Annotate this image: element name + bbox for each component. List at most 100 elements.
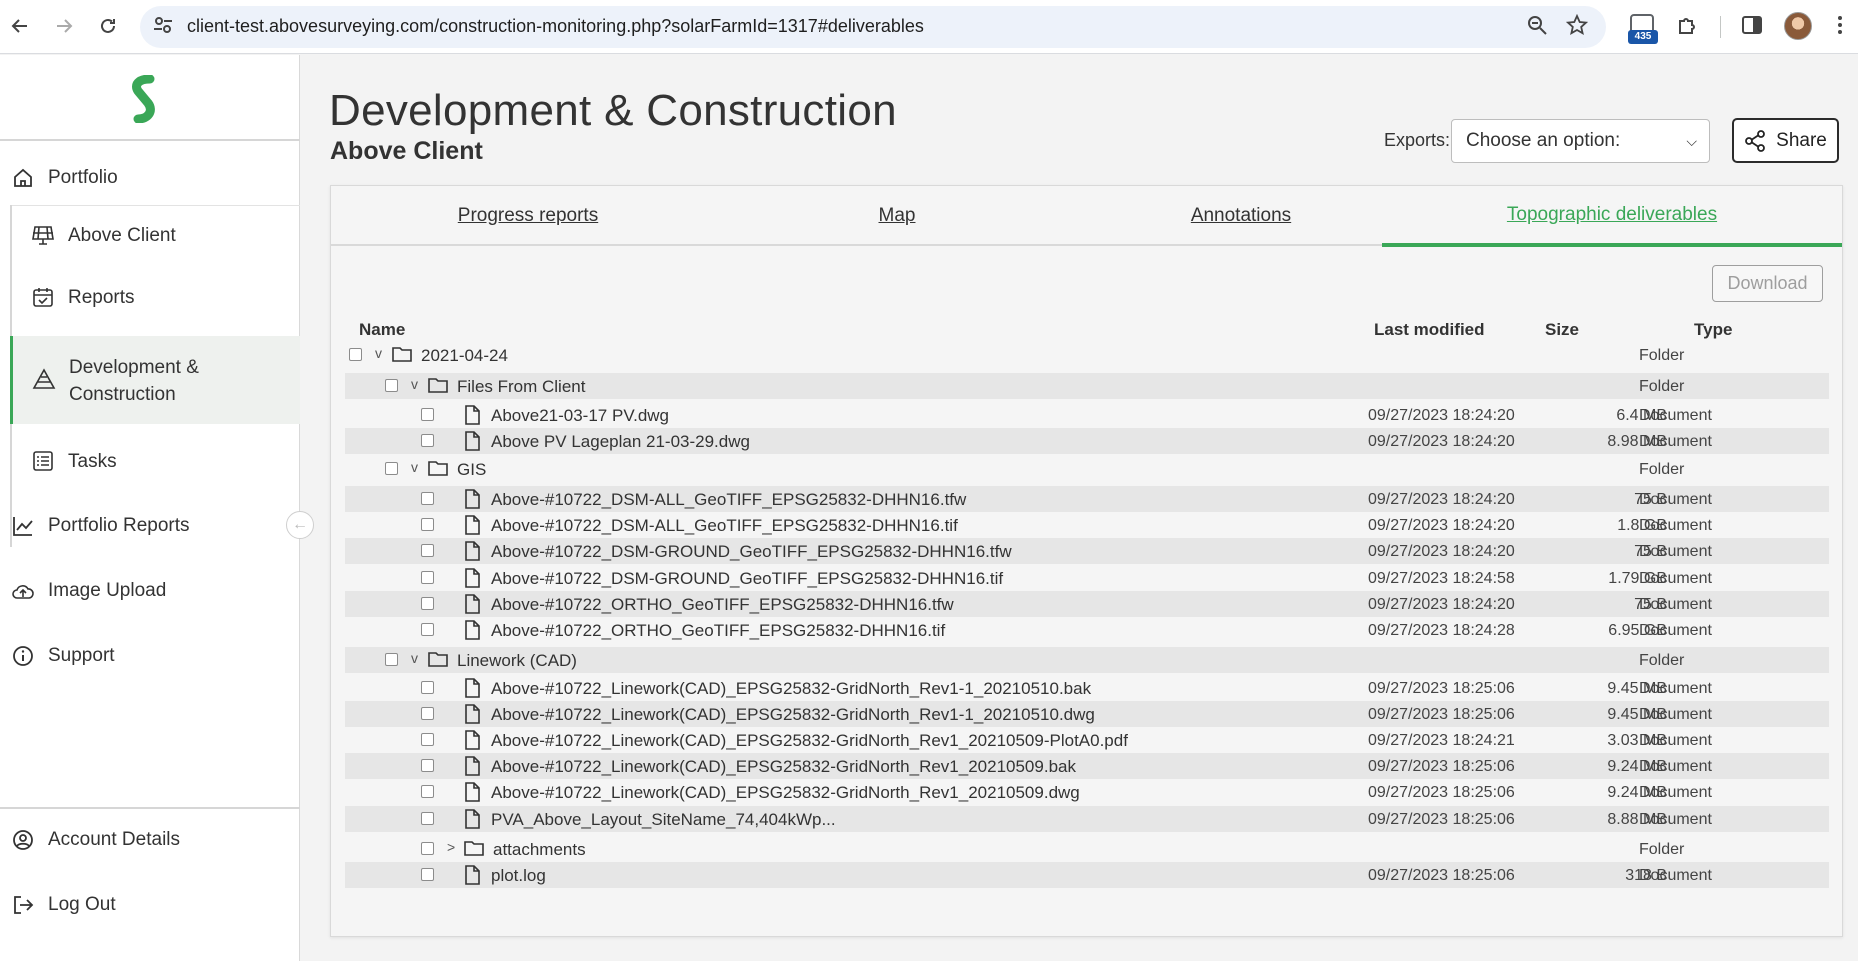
browser-menu-icon[interactable]	[1836, 14, 1844, 41]
profile-avatar[interactable]	[1784, 12, 1812, 40]
file-row[interactable]: Above-#10722_ORTHO_GeoTIFF_EPSG25832-DHH…	[345, 617, 1829, 643]
row-name[interactable]: Above-#10722_DSM-GROUND_GeoTIFF_EPSG2583…	[491, 569, 1003, 589]
sidebar-item-above-client[interactable]: Above Client	[12, 215, 302, 255]
zoom-icon[interactable]	[1526, 14, 1548, 41]
row-name[interactable]: Above-#10722_Linework(CAD)_EPSG25832-Gri…	[491, 679, 1091, 699]
exports-select[interactable]: Choose an option: ⌵	[1451, 119, 1710, 163]
row-name[interactable]: Above-#10722_DSM-ALL_GeoTIFF_EPSG25832-D…	[491, 516, 958, 536]
reload-icon[interactable]	[94, 12, 122, 40]
sidebar-item-support[interactable]: Support	[0, 637, 300, 675]
row-name[interactable]: Above-#10722_DSM-GROUND_GeoTIFF_EPSG2583…	[491, 542, 1012, 562]
row-name[interactable]: Above-#10722_Linework(CAD)_EPSG25832-Gri…	[491, 757, 1076, 777]
side-panel-icon[interactable]	[1741, 14, 1763, 41]
tab-map[interactable]: Map	[725, 186, 1069, 246]
forward-icon[interactable]	[50, 12, 78, 40]
sidebar-item-reports[interactable]: Reports	[12, 277, 302, 317]
folder-row[interactable]: > attachments Folder	[345, 836, 1829, 862]
row-checkbox[interactable]	[385, 379, 398, 392]
file-row[interactable]: Above-#10722_Linework(CAD)_EPSG25832-Gri…	[345, 675, 1829, 701]
row-name[interactable]: 2021-04-24	[421, 346, 508, 366]
row-checkbox[interactable]	[421, 597, 434, 610]
row-name[interactable]: attachments	[493, 840, 586, 860]
row-checkbox[interactable]	[421, 812, 434, 825]
row-checkbox[interactable]	[421, 868, 434, 881]
site-settings-icon[interactable]	[152, 14, 174, 41]
row-checkbox[interactable]	[421, 733, 434, 746]
sidebar-item-development-construction[interactable]: Development & Construction	[10, 336, 300, 424]
row-name[interactable]: Files From Client	[457, 377, 585, 397]
row-checkbox[interactable]	[421, 759, 434, 772]
row-checkbox[interactable]	[421, 681, 434, 694]
row-checkbox[interactable]	[385, 462, 398, 475]
sidebar-collapse-arrow-icon[interactable]: ←	[286, 511, 314, 539]
row-name[interactable]: Above PV Lageplan 21-03-29.dwg	[491, 432, 750, 452]
row-name[interactable]: Above-#10722_ORTHO_GeoTIFF_EPSG25832-DHH…	[491, 595, 954, 615]
url-text[interactable]: client-test.abovesurveying.com/construct…	[187, 16, 924, 37]
row-name[interactable]: plot.log	[491, 866, 546, 886]
row-checkbox[interactable]	[421, 408, 434, 421]
row-name[interactable]: Above-#10722_DSM-ALL_GeoTIFF_EPSG25832-D…	[491, 490, 966, 510]
collapse-chevron-icon[interactable]: v	[411, 650, 418, 666]
file-row[interactable]: Above21-03-17 PV.dwg 09/27/2023 18:24:20 6…	[345, 402, 1829, 428]
file-row[interactable]: Above-#10722_Linework(CAD)_EPSG25832-Gri…	[345, 753, 1829, 779]
row-checkbox[interactable]	[421, 544, 434, 557]
file-row[interactable]: Above-#10722_ORTHO_GeoTIFF_EPSG25832-DHH…	[345, 591, 1829, 617]
download-button[interactable]: Download	[1712, 265, 1823, 302]
row-name[interactable]: Above-#10722_Linework(CAD)_EPSG25832-Gri…	[491, 705, 1095, 725]
folder-row[interactable]: v Linework (CAD) Folder	[345, 647, 1829, 673]
bookmark-star-icon[interactable]	[1565, 13, 1589, 41]
sidebar-item-portfolio-reports[interactable]: Portfolio Reports	[0, 507, 300, 545]
row-checkbox[interactable]	[421, 785, 434, 798]
row-name[interactable]: Above-#10722_ORTHO_GeoTIFF_EPSG25832-DHH…	[491, 621, 945, 641]
collapse-chevron-icon[interactable]: v	[411, 376, 418, 392]
sidebar-item-log-out[interactable]: Log Out	[0, 886, 300, 924]
row-checkbox[interactable]	[421, 434, 434, 447]
file-row[interactable]: Above PV Lageplan 21-03-29.dwg 09/27/2023…	[345, 428, 1829, 454]
column-header-type[interactable]: Type	[1694, 320, 1732, 340]
file-row[interactable]: Above-#10722_DSM-GROUND_GeoTIFF_EPSG2583…	[345, 565, 1829, 591]
collapse-chevron-icon[interactable]: v	[375, 345, 382, 361]
extensions-puzzle-icon[interactable]	[1676, 13, 1700, 42]
row-name[interactable]: Above-#10722_Linework(CAD)_EPSG25832-Gri…	[491, 783, 1080, 803]
row-checkbox[interactable]	[421, 518, 434, 531]
collapse-chevron-icon[interactable]: v	[411, 459, 418, 475]
extension-badge-icon[interactable]: 435	[1628, 14, 1658, 46]
file-row[interactable]: plot.log 09/27/2023 18:25:06 318 B Document	[345, 862, 1829, 888]
file-row[interactable]: Above-#10722_Linework(CAD)_EPSG25832-Gri…	[345, 727, 1829, 753]
file-row[interactable]: Above-#10722_DSM-ALL_GeoTIFF_EPSG25832-D…	[345, 512, 1829, 538]
row-name[interactable]: PVA_Above_Layout_SiteName_74,404kWp...	[491, 810, 836, 830]
row-checkbox[interactable]	[385, 653, 398, 666]
sidebar-item-portfolio[interactable]: Portfolio	[0, 159, 300, 197]
column-header-name[interactable]: Name	[359, 320, 405, 340]
folder-row[interactable]: v GIS Folder	[345, 456, 1829, 482]
file-row[interactable]: Above-#10722_Linework(CAD)_EPSG25832-Gri…	[345, 701, 1829, 727]
file-row[interactable]: Above-#10722_DSM-ALL_GeoTIFF_EPSG25832-D…	[345, 486, 1829, 512]
tab-annotations[interactable]: Annotations	[1069, 186, 1413, 246]
brand-logo-icon[interactable]	[128, 74, 160, 128]
row-checkbox[interactable]	[421, 707, 434, 720]
file-row[interactable]: Above-#10722_DSM-GROUND_GeoTIFF_EPSG2583…	[345, 538, 1829, 564]
folder-row[interactable]: v 2021-04-24 Folder	[345, 342, 1829, 368]
row-checkbox[interactable]	[421, 492, 434, 505]
sidebar-item-account-details[interactable]: Account Details	[0, 821, 300, 859]
row-checkbox[interactable]	[421, 623, 434, 636]
row-name[interactable]: GIS	[457, 460, 486, 480]
tab-topographic-deliverables[interactable]: Topographic deliverables	[1382, 186, 1842, 247]
tab-progress-reports[interactable]: Progress reports	[331, 186, 725, 246]
file-row[interactable]: PVA_Above_Layout_SiteName_74,404kWp... 09…	[345, 806, 1829, 832]
column-header-size[interactable]: Size	[1545, 320, 1579, 340]
share-button[interactable]: Share	[1732, 118, 1839, 163]
back-icon[interactable]	[6, 12, 34, 40]
row-checkbox[interactable]	[349, 348, 362, 361]
sidebar-item-tasks[interactable]: Tasks	[12, 441, 302, 481]
column-header-modified[interactable]: Last modified	[1374, 320, 1485, 340]
sidebar-item-image-upload[interactable]: Image Upload	[0, 572, 300, 610]
row-checkbox[interactable]	[421, 842, 434, 855]
row-name[interactable]: Above21-03-17 PV.dwg	[491, 406, 669, 426]
row-name[interactable]: Above-#10722_Linework(CAD)_EPSG25832-Gri…	[491, 731, 1128, 751]
row-name[interactable]: Linework (CAD)	[457, 651, 577, 671]
folder-row[interactable]: v Files From Client Folder	[345, 373, 1829, 399]
expand-chevron-icon[interactable]: >	[447, 839, 455, 855]
row-checkbox[interactable]	[421, 571, 434, 584]
file-row[interactable]: Above-#10722_Linework(CAD)_EPSG25832-Gri…	[345, 779, 1829, 805]
